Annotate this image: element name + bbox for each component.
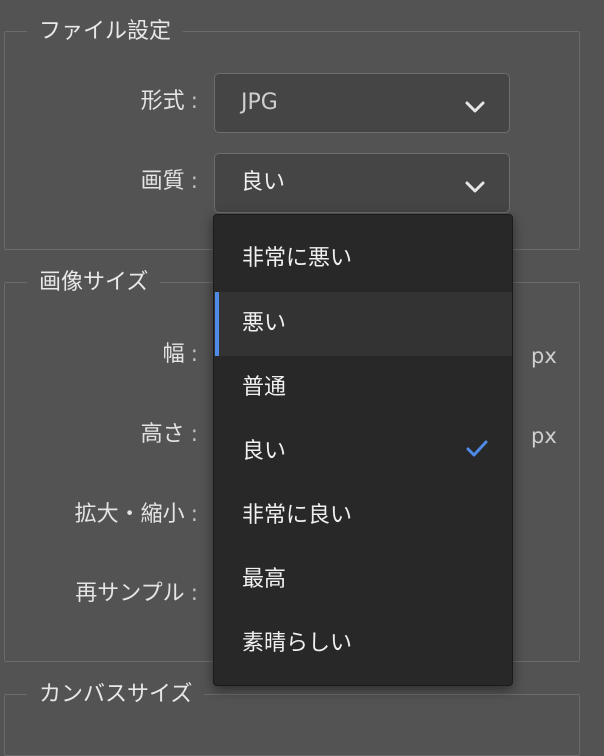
quality-option-good[interactable]: 良い xyxy=(214,420,512,484)
quality-option-label: 悪い xyxy=(242,311,287,336)
quality-option-excellent[interactable]: 素晴らしい xyxy=(214,612,512,676)
quality-option-label: 非常に悪い xyxy=(242,246,353,271)
width-label: 幅: xyxy=(163,340,198,370)
scale-label-colon: : xyxy=(190,502,198,527)
canvas-size-group: カンバスサイズ xyxy=(4,678,580,756)
quality-label: 画質: xyxy=(141,167,198,197)
format-select-value: JPG xyxy=(241,90,278,115)
height-label-colon: : xyxy=(190,422,198,447)
chevron-down-icon xyxy=(465,98,485,117)
height-label: 高さ: xyxy=(141,420,198,450)
format-label: 形式: xyxy=(141,87,198,117)
quality-select-value: 良い xyxy=(241,170,286,195)
width-unit: px xyxy=(531,344,557,368)
quality-label-colon: : xyxy=(190,169,198,194)
height-unit: px xyxy=(531,424,557,448)
scale-label-text: 拡大・縮小 xyxy=(74,502,185,527)
quality-option-bad[interactable]: 悪い xyxy=(214,292,512,356)
quality-option-very-good[interactable]: 非常に良い xyxy=(214,484,512,548)
quality-option-label: 良い xyxy=(242,439,287,464)
width-label-colon: : xyxy=(190,342,198,367)
quality-option-very-bad[interactable]: 非常に悪い xyxy=(214,227,512,291)
quality-option-label: 非常に良い xyxy=(242,503,353,528)
highlight-bar xyxy=(215,292,219,356)
quality-dropdown-menu: 非常に悪い 悪い 普通 良い 非常に良い 最高 素晴らしい xyxy=(213,214,513,686)
image-size-title: 画像サイズ xyxy=(27,266,161,300)
quality-option-best[interactable]: 最高 xyxy=(214,548,512,612)
quality-option-label: 最高 xyxy=(242,567,287,592)
quality-option-normal[interactable]: 普通 xyxy=(214,356,512,420)
file-settings-title: ファイル設定 xyxy=(27,15,184,49)
quality-label-text: 画質 xyxy=(140,169,185,194)
canvas-size-title: カンバスサイズ xyxy=(27,678,205,712)
checkmark-icon xyxy=(466,440,488,462)
width-label-text: 幅 xyxy=(162,342,185,367)
quality-select[interactable]: 良い xyxy=(214,153,510,213)
quality-option-label: 普通 xyxy=(242,375,287,400)
resample-label: 再サンプル: xyxy=(75,579,198,609)
resample-label-colon: : xyxy=(190,581,198,606)
resample-label-text: 再サンプル xyxy=(75,581,185,606)
format-select[interactable]: JPG xyxy=(214,73,510,133)
quality-option-label: 素晴らしい xyxy=(242,631,353,656)
format-label-text: 形式 xyxy=(140,89,185,114)
height-label-text: 高さ xyxy=(140,422,185,447)
chevron-down-icon xyxy=(465,178,485,197)
format-label-colon: : xyxy=(190,89,198,114)
scale-label: 拡大・縮小: xyxy=(75,500,198,530)
